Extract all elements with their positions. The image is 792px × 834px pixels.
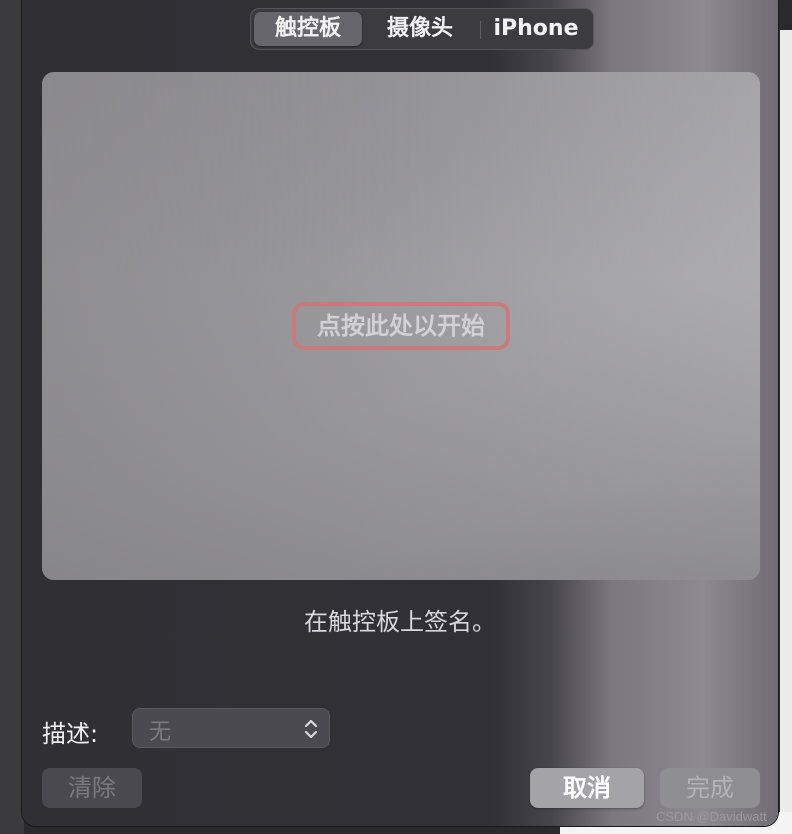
background-window-edge-right bbox=[780, 30, 792, 834]
watermark: CSDN @Davidwatt bbox=[656, 809, 767, 824]
tab-trackpad[interactable]: 触控板 bbox=[254, 12, 362, 46]
tab-iphone[interactable]: iPhone bbox=[483, 12, 589, 46]
description-label: 描述: bbox=[42, 720, 99, 748]
description-select-value: 无 bbox=[149, 720, 172, 745]
cancel-button[interactable]: 取消 bbox=[530, 768, 644, 808]
done-button[interactable]: 完成 bbox=[660, 768, 760, 808]
input-source-segmented-control: 触控板 摄像头 iPhone bbox=[250, 8, 594, 50]
description-select[interactable]: 无 bbox=[132, 708, 330, 748]
click-to-start-hint[interactable]: 点按此处以开始 bbox=[292, 302, 510, 350]
up-down-chevron-icon bbox=[304, 719, 318, 739]
signature-instructions: 在触控板上签名。 bbox=[304, 608, 496, 636]
segment-divider bbox=[480, 21, 481, 39]
background-window-edge bbox=[0, 0, 24, 834]
tab-camera[interactable]: 摄像头 bbox=[366, 12, 474, 46]
clear-button[interactable]: 清除 bbox=[42, 768, 142, 808]
